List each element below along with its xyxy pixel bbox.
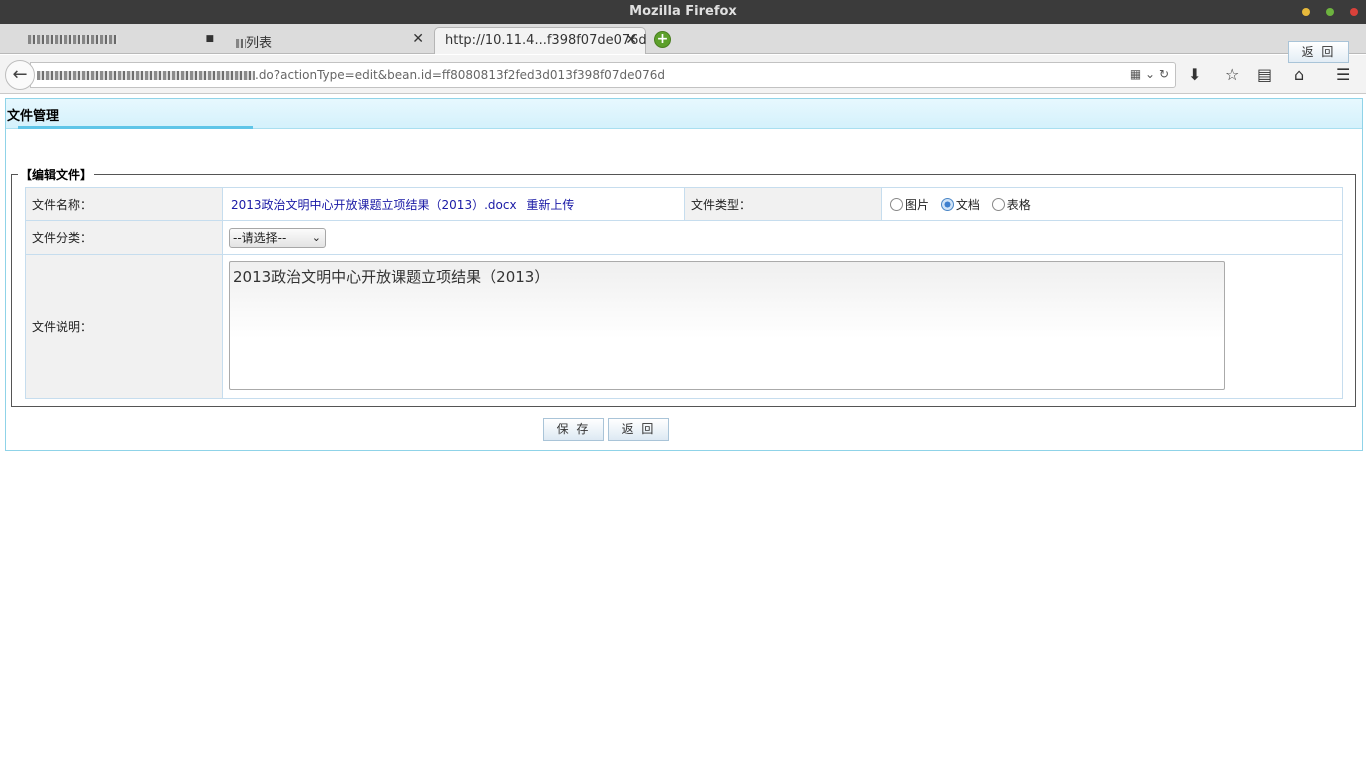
url-text: .do?actionType=edit&bean.id=ff8080813f2f… [37, 68, 665, 82]
description-label: 文件说明： [25, 254, 223, 399]
file-name-link[interactable]: 2013政治文明中心开放课题立项结果（2013）.docx [231, 198, 517, 212]
tab-2-label-wrap: 列表 [236, 32, 272, 51]
edit-file-legend: 【编辑文件】 [20, 168, 93, 182]
tab-2-close-icon[interactable]: ✕ [412, 31, 424, 47]
radio-document[interactable] [940, 197, 954, 211]
page-title: 文件管理 [7, 109, 60, 124]
tab-2-label: 列表 [246, 36, 273, 51]
maximize-dot-icon[interactable] [1326, 8, 1334, 16]
category-label: 文件分类： [25, 220, 223, 255]
description-textarea[interactable]: 2013政治文明中心开放课题立项结果（2013） [229, 260, 1225, 390]
reupload-link[interactable]: 重新上传 [526, 198, 574, 212]
tab-3-close-icon[interactable]: ✕ [625, 32, 637, 48]
home-icon[interactable]: ⌂ [1294, 65, 1304, 84]
file-name-label: 文件名称： [25, 187, 223, 221]
tab-1-indicator-icon: ■ [205, 34, 214, 44]
new-tab-plus-icon[interactable]: + [654, 31, 671, 48]
tab-1[interactable]: ■ [18, 27, 218, 54]
reload-icon[interactable]: ↻ [1159, 67, 1169, 81]
radio-image-label: 图片 [905, 197, 930, 212]
close-window-dot-icon[interactable] [1350, 8, 1358, 16]
page-header: 文件管理 [6, 99, 1362, 129]
edit-form-table: 文件名称： 2013政治文明中心开放课题立项结果（2013）.docx 重新上传… [25, 187, 1343, 399]
category-select-value: --请选择-- [233, 230, 287, 245]
url-bar[interactable]: .do?actionType=edit&bean.id=ff8080813f2f… [30, 62, 1176, 88]
category-cell: --请选择-- ⌄ [222, 220, 1343, 255]
top-back-button[interactable]: 返 回 [1288, 41, 1349, 63]
chevron-down-icon: ⌄ [311, 230, 321, 244]
header-underline [18, 126, 253, 129]
navigation-bar: .do?actionType=edit&bean.id=ff8080813f2f… [0, 55, 1366, 94]
url-tail: .do?actionType=edit&bean.id=ff8080813f2f… [255, 68, 665, 82]
qr-code-icon[interactable]: ▦ [1130, 67, 1141, 81]
reading-list-icon[interactable]: ▤ [1257, 65, 1272, 84]
table-row: 文件说明： 2013政治文明中心开放课题立项结果（2013） [25, 254, 1343, 399]
tab-3-label: http://10.11.4...f398f07de076d [445, 33, 647, 48]
back-arrow-icon: ← [12, 64, 28, 85]
menu-hamburger-icon[interactable]: ☰ [1336, 65, 1350, 84]
tab-1-label [28, 32, 118, 47]
radio-document-label: 文档 [955, 197, 980, 212]
file-type-label: 文件类型： [684, 187, 882, 221]
category-select[interactable]: --请选择-- ⌄ [229, 227, 326, 248]
url-dropdown-icon[interactable]: ⌄ [1145, 67, 1155, 81]
window-title: Mozilla Firefox [629, 4, 737, 19]
back-button[interactable]: ← [5, 60, 35, 90]
window-titlebar: Mozilla Firefox [0, 0, 1366, 24]
tab-3-active[interactable]: http://10.11.4...f398f07de076d ✕ [434, 27, 647, 54]
description-cell: 2013政治文明中心开放课题立项结果（2013） [222, 254, 1343, 399]
back-button-bottom[interactable]: 返 回 [608, 418, 669, 441]
file-name-cell: 2013政治文明中心开放课题立项结果（2013）.docx 重新上传 [222, 187, 685, 221]
file-type-cell: 图片 文档 表格 [881, 187, 1343, 221]
tab-2[interactable]: 列表 ✕ [226, 27, 432, 54]
download-icon[interactable]: ⬇ [1188, 65, 1201, 84]
minimize-dot-icon[interactable] [1302, 8, 1310, 16]
radio-spreadsheet[interactable] [991, 197, 1005, 211]
table-row: 文件分类： --请选择-- ⌄ [25, 220, 1343, 255]
radio-spreadsheet-label: 表格 [1006, 197, 1031, 212]
url-bar-icons: ▦ ⌄ ↻ [1130, 67, 1169, 81]
tab-strip: ■ 列表 ✕ http://10.11.4...f398f07de076d ✕ [0, 24, 1366, 54]
bookmark-star-icon[interactable]: ☆ [1225, 65, 1239, 84]
save-button[interactable]: 保 存 [543, 418, 604, 441]
table-row: 文件名称： 2013政治文明中心开放课题立项结果（2013）.docx 重新上传… [25, 187, 1343, 221]
radio-image[interactable] [890, 197, 903, 211]
